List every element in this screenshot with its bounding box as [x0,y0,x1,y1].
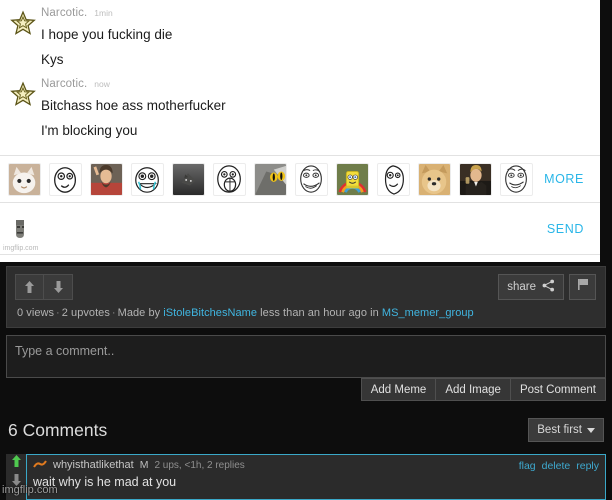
chat-screenshot-card: Narcotic. 1min I hope you fucking die Ky… [0,0,600,262]
imgflip-dark-panel: share 0 views · 2 upvotes · Made by iSto… [0,262,612,500]
share-button[interactable]: share [498,274,564,300]
compose-actions: Add Meme Add Image Post Comment [6,378,606,401]
chat-username: Narcotic. [41,7,88,19]
chat-message-body: Narcotic. now Bitchass hoe ass motherfuc… [36,77,226,144]
upvotes-count: 2 upvotes [61,307,110,319]
chat-message-line: I'm blocking you [41,123,138,139]
comment-info: 2 ups, <1h, 2 replies [154,459,245,471]
comment-input[interactable] [6,335,606,378]
comment-reply-link[interactable]: reply [576,460,599,472]
share-label: share [507,281,536,293]
cat-meme-thumb[interactable] [8,162,41,196]
stats-separator: · [111,307,116,319]
post-meta-box: share 0 views · 2 upvotes · Made by iSto… [6,266,606,328]
comment-text: wait why is he mad at you [33,475,177,489]
leonardo-cheers-thumb[interactable] [459,162,492,196]
arrow-down-icon [53,280,64,294]
views-count: 0 views [17,307,55,319]
author-link[interactable]: iStoleBitchesName [163,307,257,319]
spongebob-rainbow-thumb[interactable] [336,162,369,196]
share-nodes-icon [542,279,555,295]
yellow-eyes-cat-thumb[interactable] [254,162,287,196]
send-button[interactable]: SEND [547,222,584,236]
add-meme-button[interactable]: Add Meme [360,378,437,401]
post-time: less than an hour ago in [260,307,379,319]
chat-message-header: Narcotic. 1min [41,7,172,23]
vote-group [15,274,73,300]
comments-header: 6 Comments Best first [6,417,606,453]
me-gusta-thumb[interactable] [295,162,328,196]
add-image-button[interactable]: Add Image [436,378,511,401]
chat-message-line: I hope you fucking die [41,27,173,42]
star-avatar-icon [10,81,36,107]
post-comment-button[interactable]: Post Comment [510,378,606,401]
chat-send-row: SEND [0,202,600,254]
comment-body: whyisthatlikethat M 2 ups, <1h, 2 replie… [26,454,606,500]
chat-message-line: Kys [41,52,64,68]
arrow-up-icon [24,280,35,294]
stats-separator: · [56,307,60,319]
chat-message-group: Narcotic. now Bitchass hoe ass motherfuc… [0,73,600,144]
meme-thumbnail-strip: MORE [0,155,600,202]
chat-timestamp: now [94,78,110,89]
more-memes-link[interactable]: MORE [544,172,584,186]
stream-link[interactable]: MS_memer_group [382,307,474,319]
caret-down-icon [587,427,595,433]
chat-message-line: Bitchass hoe ass motherfucker [41,97,226,113]
chat-username: Narcotic. [41,77,88,90]
rage-derp-thumb[interactable] [49,162,82,196]
chat-message-header: Narcotic. now [41,77,226,94]
dark-cat-thumb[interactable] [172,162,205,196]
comment-actions: flag delete reply [519,460,599,472]
sort-label: Best first [537,424,582,436]
chat-divider [0,254,600,255]
jesus-thumb[interactable] [90,162,123,196]
chat-message-group: Narcotic. 1min I hope you fucking die Ky… [0,0,600,73]
page-watermark: imgflip.com [2,484,58,496]
star-avatar-icon [10,10,36,36]
post-stats: 0 views · 2 upvotes · Made by iStoleBitchesN… [17,307,474,319]
flag-icon [577,278,589,296]
derp-face-thumb[interactable] [377,162,410,196]
comment-compose: Add Meme Add Image Post Comment [6,335,606,401]
comments-count-title: 6 Comments [8,420,108,440]
comment-flag-link[interactable]: flag [519,460,536,472]
report-flag-button[interactable] [569,274,596,300]
doge-thumb[interactable] [418,162,451,196]
lol-guy-thumb[interactable] [213,162,246,196]
comment-username[interactable]: whyisthatlikethat [53,459,134,471]
comment-meta: whyisthatlikethat M 2 ups, <1h, 2 replie… [33,459,599,471]
screenshot-root: Narcotic. 1min I hope you fucking die Ky… [0,0,612,500]
downvote-button[interactable] [44,274,73,300]
comment-delete-link[interactable]: delete [542,460,571,472]
chat-timestamp: 1min [94,8,113,18]
comments-sort-dropdown[interactable]: Best first [528,418,604,442]
happy-troll-thumb[interactable] [131,162,164,196]
comment-row: whyisthatlikethat M 2 ups, <1h, 2 replie… [6,454,606,500]
chat-message-body: Narcotic. 1min I hope you fucking die Ky… [36,7,173,73]
orange-scribble-avatar-icon [33,459,47,471]
moai-statue-thumb[interactable] [12,217,28,240]
green-arrow-up-icon [11,454,22,473]
comment-upvote-button[interactable] [6,454,26,473]
chat-watermark: imgflip.com [3,245,39,252]
challenge-accepted-thumb[interactable] [500,162,533,196]
share-group: share [498,274,596,300]
upvote-button[interactable] [15,274,44,300]
comment-mod-badge: M [139,459,149,471]
made-by-label: Made by [117,307,161,319]
